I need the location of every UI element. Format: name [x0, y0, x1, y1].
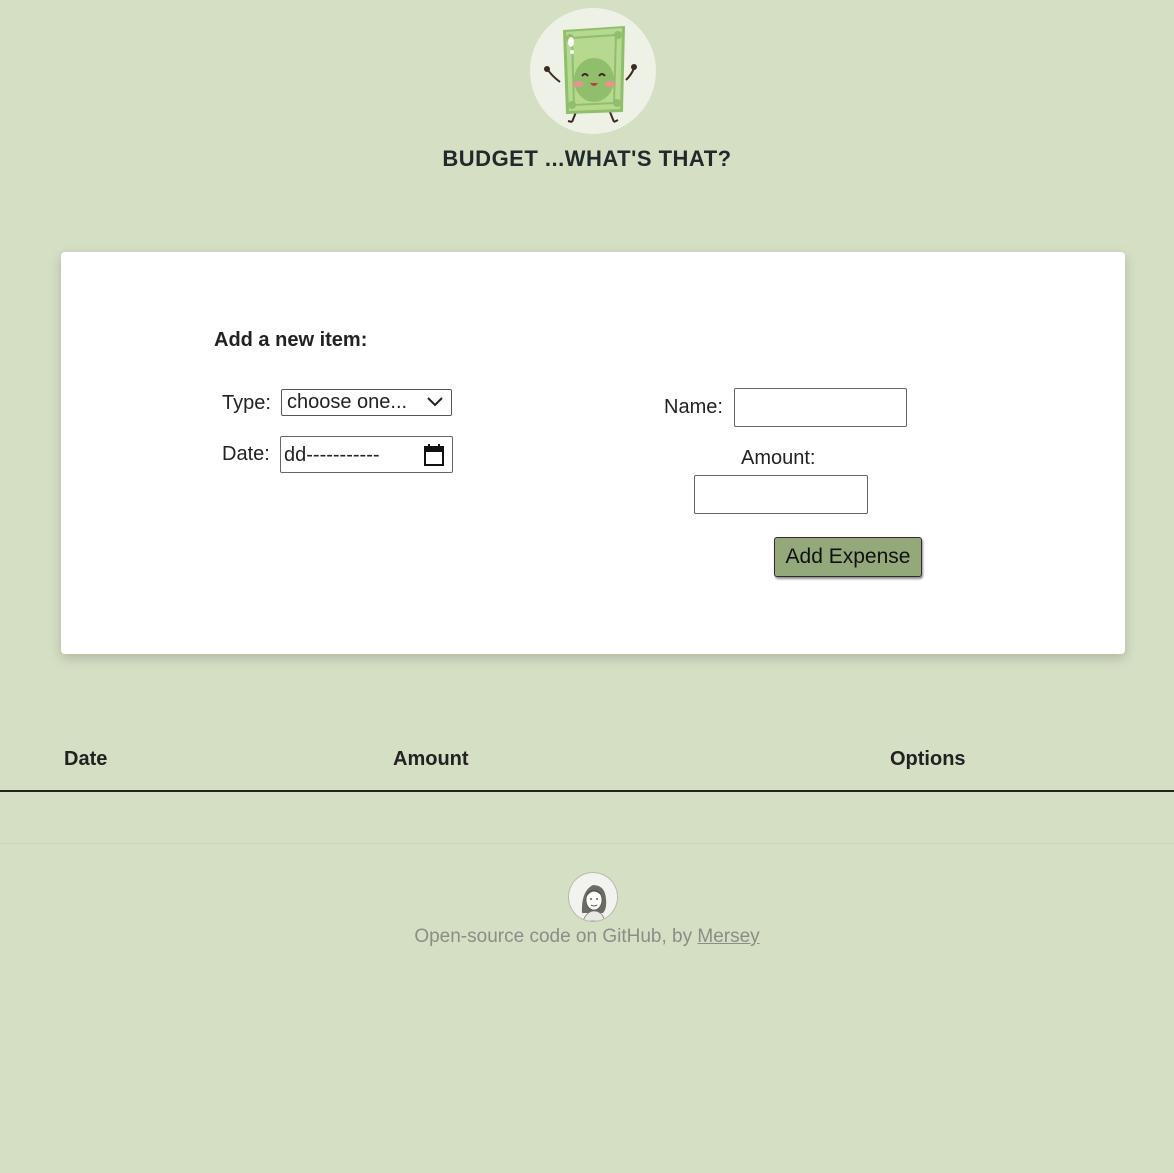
calendar-icon[interactable]	[424, 444, 444, 466]
money-mascot-logo	[530, 8, 656, 134]
name-label: Name:	[664, 396, 723, 418]
name-field[interactable]	[734, 388, 907, 427]
amount-field[interactable]	[694, 475, 868, 514]
amount-label: Amount:	[741, 447, 816, 469]
date-input-value: dd-----------	[284, 444, 380, 466]
footer-divider	[0, 843, 1174, 844]
column-header-amount: Amount	[393, 748, 469, 770]
date-label: Date:	[222, 443, 270, 465]
column-header-date: Date	[64, 748, 108, 770]
chevron-down-icon	[427, 397, 443, 407]
date-input[interactable]: dd-----------	[280, 436, 453, 473]
type-label: Type:	[222, 392, 271, 414]
footer-credit: Open-source code on GitHub, by Mersey	[0, 926, 1174, 948]
footer-credit-text: Open-source code on GitHub, by	[414, 926, 693, 947]
expense-table-header: Date Amount Options	[0, 740, 1174, 792]
add-item-card: Add a new item: Type: choose one... Date…	[61, 252, 1125, 654]
page-title: BUDGET ...WHAT'S THAT?	[442, 146, 732, 171]
author-link[interactable]: Mersey	[697, 926, 759, 947]
type-select-value: choose one...	[287, 391, 408, 413]
type-select[interactable]: choose one...	[281, 389, 452, 416]
column-header-options: Options	[890, 748, 966, 770]
add-expense-button[interactable]: Add Expense	[774, 537, 922, 577]
form-heading: Add a new item:	[214, 329, 368, 351]
author-avatar[interactable]	[569, 873, 617, 921]
